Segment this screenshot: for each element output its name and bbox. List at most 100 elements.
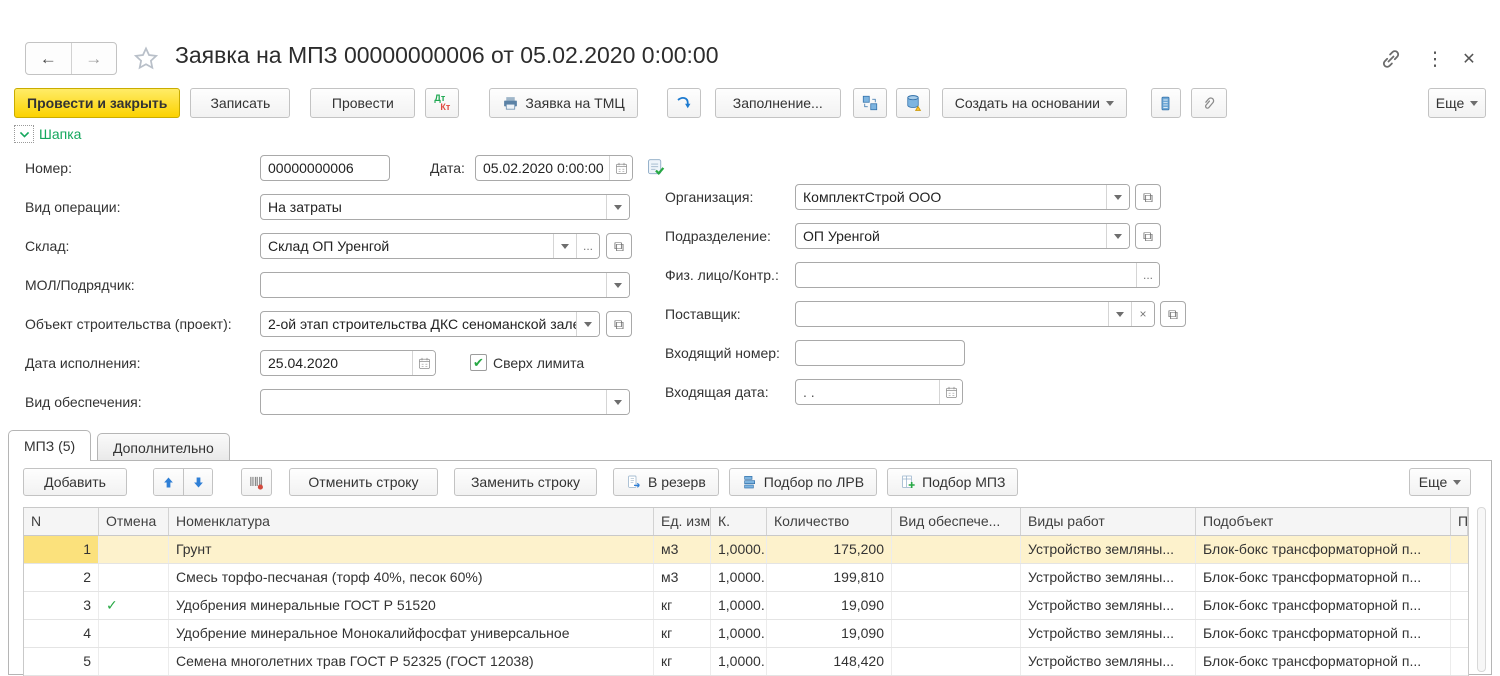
cell-provision[interactable] <box>892 536 1021 563</box>
cell-unit[interactable]: кг <box>654 648 711 675</box>
back-button[interactable]: ← <box>26 43 71 74</box>
dt-kt-button[interactable]: ДтКт <box>425 88 459 118</box>
cell-subobject[interactable]: Блок-бокс трансформаторной п... <box>1196 620 1451 647</box>
table-more-button[interactable]: Еще <box>1409 468 1471 496</box>
cell-next[interactable] <box>1451 564 1468 591</box>
open-item-button[interactable]: ⧉ <box>1135 184 1161 210</box>
set-current-date-icon[interactable] <box>645 157 666 178</box>
project-combo[interactable]: 2-ой этап строительства ДКС сеноманской … <box>260 311 600 337</box>
cell-unit[interactable]: кг <box>654 620 711 647</box>
incoming-date-field[interactable]: . . <box>795 379 963 405</box>
col-header-cancel[interactable]: Отмена <box>99 508 169 535</box>
cell-nomenclature[interactable]: Смесь торфо-песчаная (торф 40%, песок 60… <box>169 564 654 591</box>
dropdown-icon[interactable] <box>553 234 576 258</box>
calendar-icon[interactable] <box>609 156 632 180</box>
col-header-next[interactable]: По <box>1451 508 1468 535</box>
col-header-works[interactable]: Виды работ <box>1021 508 1196 535</box>
open-item-button[interactable]: ⧉ <box>1135 223 1161 249</box>
to-reserve-button[interactable]: В резерв <box>613 468 719 496</box>
related-documents-button[interactable] <box>853 88 887 118</box>
save-button[interactable]: Записать <box>190 88 290 118</box>
favorite-star-icon[interactable] <box>132 45 160 73</box>
cell-k[interactable]: 1,0000... <box>711 536 767 563</box>
incoming-number-field[interactable] <box>795 340 965 366</box>
cell-works[interactable]: Устройство земляны... <box>1021 564 1196 591</box>
dropdown-icon[interactable] <box>1108 302 1131 326</box>
table-row[interactable]: 1 Грунт м3 1,0000... 175,200 Устройство … <box>24 536 1468 564</box>
date-field[interactable]: 05.02.2020 0:00:00 <box>475 155 633 181</box>
cell-k[interactable]: 1,0000... <box>711 648 767 675</box>
cell-nomenclature[interactable]: Грунт <box>169 536 654 563</box>
cell-nomenclature[interactable]: Удобрение минеральное Монокалийфосфат ун… <box>169 620 654 647</box>
move-up-button[interactable] <box>154 469 183 495</box>
cell-n[interactable]: 4 <box>24 620 99 647</box>
attachments-button[interactable] <box>1191 88 1227 118</box>
cell-provision[interactable] <box>892 648 1021 675</box>
cell-quantity[interactable]: 199,810 <box>767 564 892 591</box>
cell-provision[interactable] <box>892 620 1021 647</box>
cell-n[interactable]: 3 <box>24 592 99 619</box>
organization-combo[interactable]: КомплектСтрой ООО <box>795 184 1130 210</box>
cell-cancel[interactable] <box>99 620 169 647</box>
cell-next[interactable] <box>1451 536 1468 563</box>
col-header-n[interactable]: N <box>24 508 99 535</box>
tab-mpz[interactable]: МПЗ (5) <box>8 430 91 461</box>
create-based-on-button[interactable]: Создать на основании <box>942 88 1127 118</box>
calendar-icon[interactable] <box>412 351 435 375</box>
warehouse-combo[interactable]: Склад ОП Уренгой ... <box>260 233 600 259</box>
cell-works[interactable]: Устройство земляны... <box>1021 536 1196 563</box>
cell-provision[interactable] <box>892 564 1021 591</box>
cell-works[interactable]: Устройство земляны... <box>1021 620 1196 647</box>
cell-next[interactable] <box>1451 592 1468 619</box>
cell-subobject[interactable]: Блок-бокс трансформаторной п... <box>1196 536 1451 563</box>
calendar-icon[interactable] <box>939 380 962 404</box>
cell-k[interactable]: 1,0000... <box>711 592 767 619</box>
col-header-nomenclature[interactable]: Номенклатура <box>169 508 654 535</box>
pick-mpz-button[interactable]: Подбор МПЗ <box>887 468 1018 496</box>
cell-subobject[interactable]: Блок-бокс трансформаторной п... <box>1196 564 1451 591</box>
cell-next[interactable] <box>1451 620 1468 647</box>
dropdown-icon[interactable] <box>606 390 629 414</box>
dropdown-icon[interactable] <box>576 312 599 336</box>
dropdown-icon[interactable] <box>606 195 629 219</box>
cell-works[interactable]: Устройство земляны... <box>1021 648 1196 675</box>
cell-subobject[interactable]: Блок-бокс трансформаторной п... <box>1196 648 1451 675</box>
cell-k[interactable]: 1,0000... <box>711 564 767 591</box>
col-header-subobject[interactable]: Подобъект <box>1196 508 1451 535</box>
cell-nomenclature[interactable]: Семена многолетних трав ГОСТ Р 52325 (ГО… <box>169 648 654 675</box>
operation-combo[interactable]: На затраты <box>260 194 630 220</box>
print-tmc-button[interactable]: Заявка на ТМЦ <box>489 88 637 118</box>
table-vertical-scrollbar[interactable] <box>1477 507 1486 672</box>
cell-n[interactable]: 1 <box>24 536 99 563</box>
col-header-k[interactable]: К. <box>711 508 767 535</box>
link-icon[interactable] <box>1378 46 1404 72</box>
open-item-button[interactable]: ⧉ <box>606 233 632 259</box>
table-row[interactable]: 2 Смесь торфо-песчаная (торф 40%, песок … <box>24 564 1468 592</box>
col-header-unit[interactable]: Ед. изм. <box>654 508 711 535</box>
tab-additional[interactable]: Дополнительно <box>97 433 230 461</box>
cell-next[interactable] <box>1451 648 1468 675</box>
move-down-button[interactable] <box>183 469 212 495</box>
open-item-button[interactable]: ⧉ <box>1160 301 1186 327</box>
cell-k[interactable]: 1,0000... <box>711 620 767 647</box>
due-date-field[interactable]: 25.04.2020 <box>260 350 436 376</box>
collapse-chevron-icon[interactable] <box>14 125 34 143</box>
cell-quantity[interactable]: 19,090 <box>767 620 892 647</box>
close-icon[interactable]: ✕ <box>1456 46 1482 72</box>
cell-nomenclature[interactable]: Удобрения минеральные ГОСТ Р 51520 <box>169 592 654 619</box>
post-button[interactable]: Провести <box>310 88 415 118</box>
section-header-label[interactable]: Шапка <box>39 126 81 142</box>
add-row-button[interactable]: Добавить <box>23 468 127 496</box>
dropdown-icon[interactable] <box>1106 185 1129 209</box>
col-header-quantity[interactable]: Количество <box>767 508 892 535</box>
cell-quantity[interactable]: 148,420 <box>767 648 892 675</box>
over-limit-checkbox[interactable]: ✔ Сверх лимита <box>470 354 584 371</box>
cell-cancel[interactable] <box>99 564 169 591</box>
reports-button[interactable] <box>1151 88 1181 118</box>
cell-unit[interactable]: кг <box>654 592 711 619</box>
cell-cancel[interactable] <box>99 536 169 563</box>
cancel-row-button[interactable]: Отменить строку <box>289 468 438 496</box>
col-header-provision[interactable]: Вид обеспече... <box>892 508 1021 535</box>
cell-provision[interactable] <box>892 592 1021 619</box>
table-row[interactable]: 5 Семена многолетних трав ГОСТ Р 52325 (… <box>24 648 1468 676</box>
